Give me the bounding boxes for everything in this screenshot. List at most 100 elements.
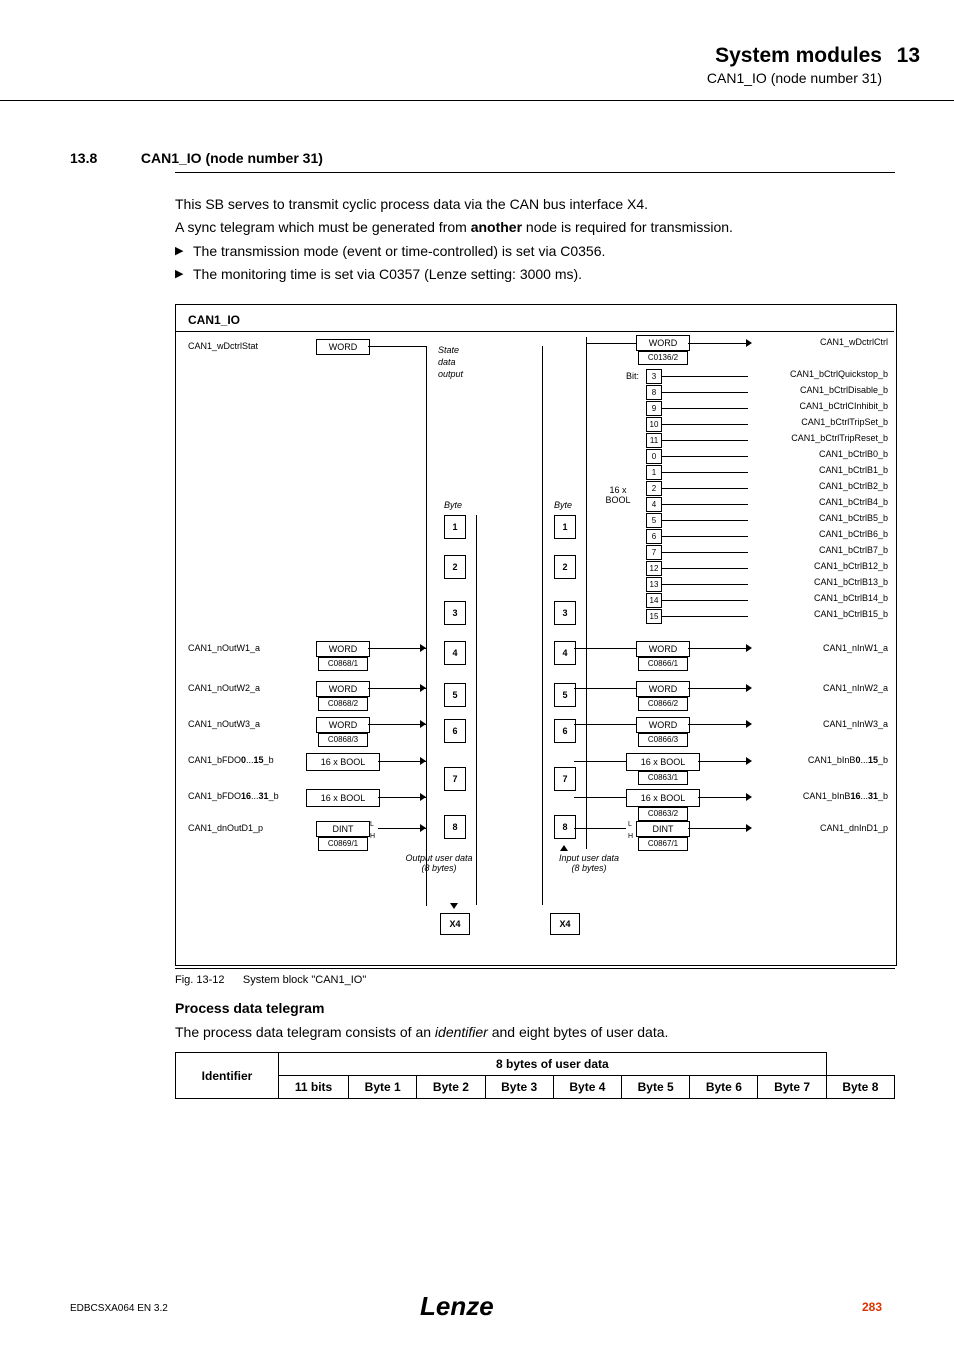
code-c0867-1: C0867/1 [638,837,688,851]
line [586,337,587,849]
bitbox-10: 10 [646,417,662,432]
line [574,648,636,649]
line [368,346,426,347]
out-byte-7: 7 [444,767,466,791]
signal-outw2: CAN1_nOutW2_a [188,683,308,693]
x4-out: X4 [440,913,470,935]
out-byte-5: 5 [444,683,466,707]
p3a: The process data telegram consists of an [175,1024,435,1040]
line [662,568,748,569]
sig-b6: CAN1_bCtrlB6_b [758,529,888,539]
arrow-down-icon [450,903,458,909]
in-byte-1: 1 [554,515,576,539]
line [662,536,748,537]
bitbox-2: 2 [646,481,662,496]
arrow-right-icon [746,824,752,832]
chapter-number: 13 [0,44,920,68]
x4-in: X4 [550,913,580,935]
sig-tripset: CAN1_bCtrlTripSet_b [758,417,888,427]
word-box-left-top: WORD [316,339,370,355]
footer-docid: EDBCSXA064 EN 3.2 [70,1303,168,1314]
arrow-right-icon [746,757,752,765]
cell-byte5: Byte 5 [622,1076,690,1099]
bool16-in-2: 16 x BOOL [626,789,700,807]
section-rule [175,172,895,173]
arrow-right-icon [746,644,752,652]
figure-caption: Fig. 13-12 System block "CAN1_IO" [175,974,366,986]
code-c0863-1: C0863/1 [638,771,688,785]
line [662,504,748,505]
bitbox-4: 4 [646,497,662,512]
out-byte-1: 1 [444,515,466,539]
bool16-label: 16 xBOOL [602,485,634,505]
cell-byte3: Byte 3 [485,1076,553,1099]
lh-h2: H [628,833,633,840]
para2-a: A sync telegram which must be generated … [175,219,471,235]
signal-dout: CAN1_dnOutD1_p [188,823,308,833]
in-byte-2: 2 [554,555,576,579]
signal-fdo0-15: CAN1_bFDO0...15_b [188,755,308,765]
arrow-right-icon [420,684,426,692]
code-c0868-1: C0868/1 [318,657,368,671]
data-label: data [438,357,456,367]
arrow-right-icon [746,684,752,692]
section-heading: 13.8 CAN1_IO (node number 31) [70,150,890,166]
arrow-right-icon [420,793,426,801]
sig-inw2: CAN1_nInW2_a [758,683,888,693]
footer-pagenum: 283 [862,1300,882,1314]
lh-l: L [370,821,374,828]
paragraph-1: This SB serves to transmit cyclic proces… [175,195,895,214]
sig-tripreset: CAN1_bCtrlTripReset_b [758,433,888,443]
state-label: State [438,345,459,355]
sig-b12: CAN1_bCtrlB12_b [758,561,888,571]
code-c0869-1: C0869/1 [318,837,368,851]
word-box-outw1: WORD [316,641,370,657]
arrow-right-icon [420,824,426,832]
line [574,761,626,762]
out-byte-2: 2 [444,555,466,579]
bitbox-14: 14 [646,593,662,608]
line [688,724,748,725]
cell-byte2: Byte 2 [417,1076,485,1099]
sig-inw1: CAN1_nInW1_a [758,643,888,653]
sig-b15: CAN1_bCtrlB15_b [758,609,888,619]
bitbox-11: 11 [646,433,662,448]
in-userdata-label: Input user data(8 bytes) [544,853,634,873]
paragraph-3: The process data telegram consists of an… [175,1024,895,1040]
line [662,376,748,377]
out-byte-8: 8 [444,815,466,839]
sig-b7: CAN1_bCtrlB7_b [758,545,888,555]
section-title: CAN1_IO (node number 31) [141,150,323,166]
sig-binb16-31: CAN1_bInB16...31_b [758,791,888,801]
byte-label-in: Byte [554,500,572,510]
arrow-right-icon [746,720,752,728]
header-rule [0,100,954,101]
line [378,797,426,798]
p3c: and eight bytes of user data. [488,1024,669,1040]
line [662,456,748,457]
line [368,724,426,725]
bitbox-8: 8 [646,385,662,400]
line [586,343,636,344]
signal-fdo16-31: CAN1_bFDO16...31_b [188,791,308,801]
line [662,472,748,473]
bool16-box-2: 16 x BOOL [306,789,380,807]
line [662,392,748,393]
line [698,761,748,762]
arrow-right-icon [420,720,426,728]
dint-in: DINT [636,821,690,837]
line [368,688,426,689]
line [688,648,748,649]
code-c0866-1: C0866/1 [638,657,688,671]
sig-dind1: CAN1_dnInD1_p [758,823,888,833]
line [574,828,626,829]
line [574,724,636,725]
line [476,515,477,905]
line [688,828,748,829]
cell-11bits: 11 bits [279,1076,349,1099]
line [662,600,748,601]
cell-byte1: Byte 1 [349,1076,417,1099]
line [542,346,543,905]
in-byte-6: 6 [554,719,576,743]
bitbox-12: 12 [646,561,662,576]
